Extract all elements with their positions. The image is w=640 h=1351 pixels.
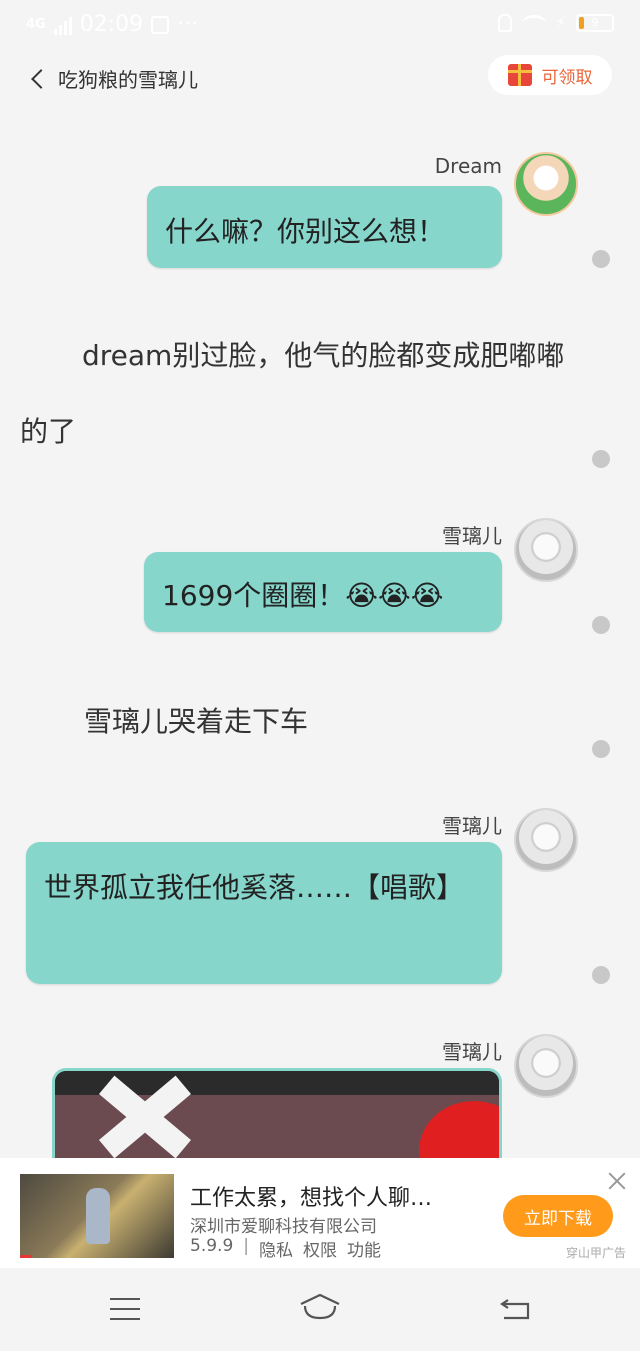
narration-text: dream别过脸，他气的脸都变成肥嘟嘟的了 (20, 339, 565, 448)
download-button[interactable]: 立即下载 (503, 1195, 613, 1237)
claim-button[interactable]: 可领取 (488, 55, 612, 95)
ad-source-label: 穿山甲广告 (566, 1246, 627, 1260)
avatar[interactable] (514, 808, 578, 872)
home-icon[interactable] (299, 1292, 341, 1322)
sender-name: 雪璃儿 (442, 1040, 502, 1064)
narration-text: 雪璃儿哭着走下车 (84, 705, 309, 738)
ad-permissions-link[interactable]: 权限 (303, 1236, 337, 1261)
message-status-dot[interactable] (592, 250, 610, 268)
ad-privacy-link[interactable]: 隐私 (259, 1236, 293, 1261)
ad-banner[interactable]: 工作太累，想找个人聊… 深圳市爱聊科技有限公司 5.9.9 | 隐私 权限 功能… (0, 1158, 640, 1268)
message-status-dot[interactable] (592, 450, 610, 468)
battery-level: 9 (591, 16, 599, 29)
message-status-dot[interactable] (592, 740, 610, 758)
page-title: 吃狗粮的雪璃儿 (58, 68, 198, 92)
system-nav-bar (0, 1268, 640, 1351)
message-bubble[interactable]: 什么嘛？你别这么想！ (147, 186, 502, 268)
wifi-icon (522, 15, 547, 31)
status-bar: 4G 02:09 ··· ⚡ 9 (0, 0, 640, 50)
ad-version: 5.9.9 (190, 1236, 234, 1256)
message-status-dot[interactable] (592, 966, 610, 984)
message-status-dot[interactable] (592, 616, 610, 634)
ad-title[interactable]: 工作太累，想找个人聊… (190, 1180, 432, 1212)
media-icon (151, 15, 170, 34)
header: 吃狗粮的雪璃儿 可领取 (0, 52, 640, 102)
claim-label: 可领取 (541, 67, 593, 88)
ad-meta: 5.9.9 | 隐私 权限 功能 (190, 1236, 381, 1261)
gift-icon (507, 64, 532, 86)
close-icon[interactable] (606, 1170, 628, 1192)
divider: | (243, 1236, 249, 1256)
sender-name: Dream (434, 154, 502, 178)
charging-icon: ⚡ (556, 15, 566, 31)
back-button[interactable]: 吃狗粮的雪璃儿 (31, 64, 198, 93)
ad-features-link[interactable]: 功能 (347, 1236, 381, 1261)
sender-name: 雪璃儿 (442, 524, 502, 548)
avatar[interactable] (514, 1034, 578, 1098)
message-bubble[interactable]: 世界孤立我任他奚落……【唱歌】 (26, 842, 502, 984)
ad-company: 深圳市爱聊科技有限公司 (190, 1217, 377, 1237)
signal-icon (53, 15, 72, 35)
sender-name: 雪璃儿 (442, 814, 502, 838)
more-icon: ··· (177, 12, 199, 37)
message-bubble[interactable]: 1699个圈圈！😭😭😭 (144, 552, 502, 632)
avatar[interactable] (514, 152, 578, 216)
avatar[interactable] (514, 518, 578, 582)
chevron-left-icon (31, 68, 51, 89)
clock: 02:09 (79, 12, 144, 37)
mute-icon (498, 14, 513, 32)
battery-icon: 9 (576, 14, 614, 32)
menu-icon[interactable] (110, 1298, 140, 1320)
back-icon[interactable] (500, 1298, 530, 1320)
network-indicator: 4G (26, 17, 46, 32)
ad-thumbnail[interactable] (20, 1174, 174, 1258)
